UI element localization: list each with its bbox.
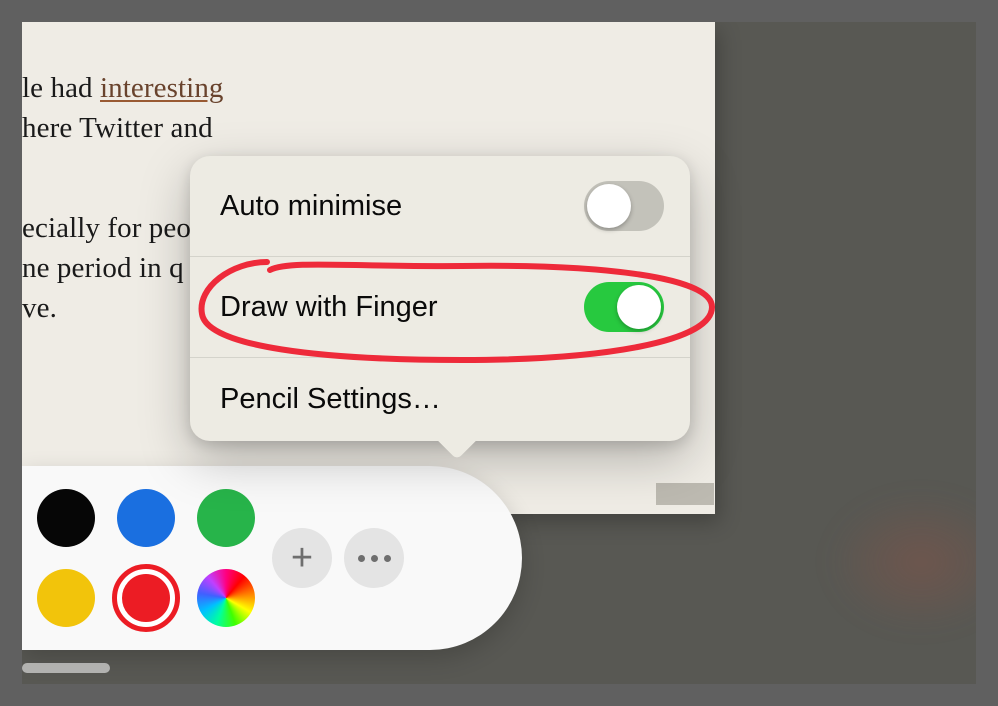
text-fragment: here Twitter and [22, 108, 691, 148]
markup-toolbar: + [22, 466, 522, 650]
color-swatch-black[interactable] [37, 489, 95, 547]
text-fragment: le had [22, 72, 100, 104]
pencil-settings-label: Pencil Settings… [220, 383, 441, 416]
toggle-knob [587, 184, 631, 228]
draw-with-finger-toggle[interactable] [584, 282, 664, 332]
draw-with-finger-row[interactable]: Draw with Finger [190, 257, 690, 358]
draw-with-finger-label: Draw with Finger [220, 291, 438, 324]
color-picker-wheel[interactable] [197, 569, 255, 627]
auto-minimise-label: Auto minimise [220, 190, 402, 223]
auto-minimise-row[interactable]: Auto minimise [190, 156, 690, 257]
pencil-settings-button[interactable]: Pencil Settings… [190, 358, 690, 441]
color-palette [32, 484, 260, 632]
background-glow [826, 492, 976, 632]
plus-icon: + [291, 539, 313, 577]
color-swatch-green[interactable] [197, 489, 255, 547]
home-indicator-handle[interactable] [22, 663, 110, 673]
color-swatch-red-selected[interactable] [117, 569, 175, 627]
color-swatch-yellow[interactable] [37, 569, 95, 627]
ellipsis-icon [358, 555, 391, 562]
toggle-knob [617, 285, 661, 329]
auto-minimise-toggle[interactable] [584, 181, 664, 231]
page-edge [656, 483, 714, 505]
tool-settings-popover: Auto minimise Draw with Finger Pencil Se… [190, 156, 690, 441]
add-button[interactable]: + [272, 528, 332, 588]
more-options-button[interactable] [344, 528, 404, 588]
link-interesting[interactable]: interesting [100, 72, 224, 104]
color-swatch-blue[interactable] [117, 489, 175, 547]
